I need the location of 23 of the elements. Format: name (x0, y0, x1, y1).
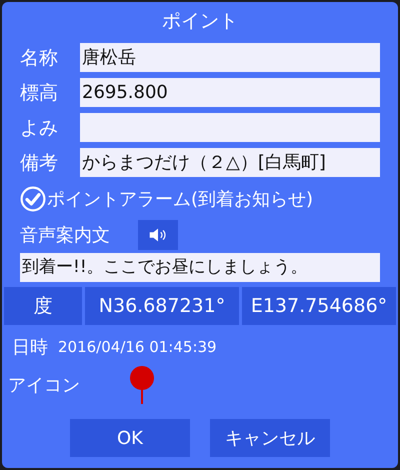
field-label: 名称 (20, 46, 59, 70)
datetime-value: 2016/04/16 01:45:39 (58, 338, 217, 356)
latitude-button[interactable]: N36.687231° (85, 287, 239, 325)
window-title: ポイント (161, 9, 239, 34)
unit-button[interactable]: 度 (4, 287, 82, 325)
alarm-checkbox[interactable]: ポイントアラーム(到着お知らせ) (20, 180, 380, 218)
input-field[interactable]: 2695.800 (80, 78, 380, 107)
speaker-button[interactable] (138, 220, 178, 250)
field-label: 備考 (20, 150, 59, 176)
input-field[interactable]: からまつだけ（２△）[白馬町] (80, 148, 380, 177)
datetime-label: 日時 (12, 336, 48, 359)
input-field[interactable] (80, 113, 380, 142)
field-label: 標高 (20, 80, 59, 106)
input-field[interactable]: 唐松岳 (80, 43, 380, 72)
voice-label: 音声案内文 (20, 224, 111, 247)
icon-label: アイコン (8, 374, 81, 397)
checkbox-icon (20, 186, 46, 212)
field-label: よみ (20, 116, 59, 140)
message-field[interactable]: 到着ー!!。ここでお昼にしましょう。 (20, 253, 380, 282)
dialog-button[interactable]: OK (70, 419, 190, 457)
dialog-button[interactable]: キャンセル (210, 419, 330, 457)
longitude-button[interactable]: E137.754686° (242, 287, 396, 325)
pin-icon[interactable] (128, 365, 156, 405)
